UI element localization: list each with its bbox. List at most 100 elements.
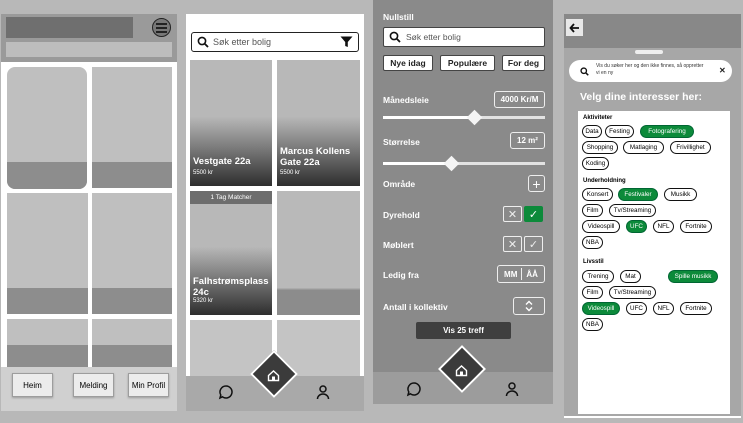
interest-tag[interactable]: Tv/Streaming xyxy=(609,204,656,217)
pets-label: Dyrehold xyxy=(383,210,420,220)
top-bar xyxy=(1,14,177,62)
close-icon[interactable]: ✕ xyxy=(503,206,522,222)
interest-category-heading: Underholdning xyxy=(583,178,626,184)
interest-tag[interactable]: Frivillighet xyxy=(670,141,711,154)
feed-card[interactable] xyxy=(92,67,172,188)
check-icon[interactable]: ✓ xyxy=(524,236,543,252)
rent-slider-fill xyxy=(383,116,473,119)
filter-screen: Nullstill Søk etter bolig Nye idag Popul… xyxy=(373,0,553,404)
divider xyxy=(521,268,523,280)
interest-tag[interactable]: NBA xyxy=(582,318,603,331)
hamburger-icon[interactable] xyxy=(152,18,171,37)
interest-tag[interactable]: UFC xyxy=(626,220,647,233)
card-footer xyxy=(92,162,172,188)
month-field[interactable]: MM xyxy=(504,270,517,279)
feed-card[interactable] xyxy=(7,193,88,314)
feed-card[interactable] xyxy=(92,319,172,367)
roommates-stepper[interactable] xyxy=(513,297,545,315)
filter-chip-new-today[interactable]: Nye idag xyxy=(383,55,433,71)
search-placeholder[interactable] xyxy=(6,42,172,57)
size-slider-fill xyxy=(383,162,448,165)
sheet-handle[interactable] xyxy=(635,50,663,54)
nav-profile-button[interactable]: Min Profil xyxy=(128,373,169,397)
listing-price: 5500 kr xyxy=(193,170,214,176)
profile-icon[interactable] xyxy=(505,381,519,397)
interest-tag[interactable]: Videospill xyxy=(582,220,620,233)
size-label: Størrelse xyxy=(383,137,420,147)
interest-tag[interactable]: Konsert xyxy=(582,188,613,201)
interest-tag[interactable]: Film xyxy=(582,286,603,299)
interest-tag[interactable]: Tv/Streaming xyxy=(609,286,656,299)
hint-search-box[interactable]: Vis du søker her og den ikke finnes, så … xyxy=(569,60,732,82)
interest-tag[interactable]: NFL xyxy=(653,220,674,233)
listing-card[interactable] xyxy=(277,191,360,315)
interest-tag[interactable]: NBA xyxy=(582,236,603,249)
listing-name: Falhstrømsplass 24c xyxy=(193,276,269,298)
listing-name: Marcus Kollens Gate 22a xyxy=(280,146,351,168)
bottom-sheet: Vis du søker her og den ikke finnes, så … xyxy=(564,48,741,418)
interests-panel: Aktiviteter Data Festing Fotografering Shopp… xyxy=(578,111,730,414)
feed-card[interactable] xyxy=(7,319,88,367)
interest-tag[interactable]: Fortnite xyxy=(680,302,712,315)
hint-text: Vis du søker her og den ikke finnes, så … xyxy=(596,63,704,76)
interest-tag[interactable]: Fortnite xyxy=(680,220,712,233)
interest-tag[interactable]: Spille musikk xyxy=(668,270,718,283)
filter-icon[interactable] xyxy=(340,36,353,48)
interest-tag[interactable]: Koding xyxy=(582,157,609,170)
filter-chip-popular[interactable]: Populære xyxy=(440,55,495,71)
interest-tag[interactable]: Videospill xyxy=(582,302,620,315)
interest-tag[interactable]: Data xyxy=(582,125,602,138)
top-bar xyxy=(564,14,741,48)
reset-link[interactable]: Nullstill xyxy=(383,12,414,22)
search-icon xyxy=(197,36,209,48)
chat-icon[interactable] xyxy=(218,384,234,400)
search-input[interactable]: Søk etter bolig xyxy=(191,32,359,52)
interest-tag[interactable]: Film xyxy=(582,204,603,217)
chat-icon[interactable] xyxy=(406,381,422,397)
interest-tag[interactable]: Musikk xyxy=(664,188,697,201)
roommates-label: Antall i kollektiv xyxy=(383,302,448,312)
chevron-updown-icon xyxy=(525,300,533,312)
show-results-button[interactable]: Vis 25 treff xyxy=(416,322,511,339)
listing-card[interactable]: Vestgate 22a 5500 kr xyxy=(190,60,272,186)
interest-tag[interactable]: Festing xyxy=(605,125,634,138)
rent-value[interactable]: 4000 Kr/M xyxy=(494,91,545,108)
size-slider-knob[interactable] xyxy=(443,155,460,172)
card-footer xyxy=(7,162,87,189)
nav-home-button[interactable]: Heim xyxy=(12,373,53,397)
rent-slider[interactable] xyxy=(383,116,545,119)
listing-card[interactable]: 1 Tag Matcher Falhstrømsplass 24c 5320 k… xyxy=(190,191,272,315)
feed-card[interactable] xyxy=(7,67,87,189)
interest-tag[interactable]: Festivaler xyxy=(618,188,658,201)
interest-tag[interactable]: Matlaging xyxy=(623,141,664,154)
title-placeholder xyxy=(6,17,133,38)
interest-tag[interactable]: Trening xyxy=(582,270,614,283)
size-slider[interactable] xyxy=(383,162,545,165)
check-icon[interactable]: ✓ xyxy=(524,206,543,222)
card-footer xyxy=(7,288,88,314)
rent-slider-knob[interactable] xyxy=(466,109,483,126)
interest-tag[interactable]: UFC xyxy=(626,302,647,315)
plus-icon[interactable]: + xyxy=(528,175,545,192)
available-from-label: Ledig fra xyxy=(383,270,419,280)
listing-name: Vestgate 22a xyxy=(193,156,251,167)
tag-match-badge: 1 Tag Matcher xyxy=(190,191,272,204)
search-input[interactable]: Søk etter bolig xyxy=(383,27,545,47)
close-icon[interactable]: ✕ xyxy=(503,236,522,252)
listings-screen: Søk etter bolig Vestgate 22a 5500 kr Mar… xyxy=(186,14,364,411)
profile-icon[interactable] xyxy=(316,384,330,400)
feed-card[interactable] xyxy=(92,193,172,314)
size-value[interactable]: 12 m² xyxy=(510,132,545,149)
home-feed-screen: Heim Melding Min Profil xyxy=(1,14,177,411)
filter-chip-for-you[interactable]: For deg xyxy=(502,55,545,71)
available-date-picker[interactable]: MM ÅÅ xyxy=(497,265,545,283)
back-arrow-icon[interactable] xyxy=(566,19,583,36)
interest-tag[interactable]: Shopping xyxy=(582,141,618,154)
interest-tag[interactable]: Mat xyxy=(620,270,641,283)
interest-tag[interactable]: Fotografering xyxy=(640,125,694,138)
close-icon[interactable]: ✕ xyxy=(719,66,726,75)
year-field[interactable]: ÅÅ xyxy=(526,270,538,279)
listing-card[interactable]: Marcus Kollens Gate 22a 5500 kr xyxy=(277,60,360,186)
nav-messages-button[interactable]: Melding xyxy=(73,373,114,397)
interest-tag[interactable]: NFL xyxy=(653,302,674,315)
